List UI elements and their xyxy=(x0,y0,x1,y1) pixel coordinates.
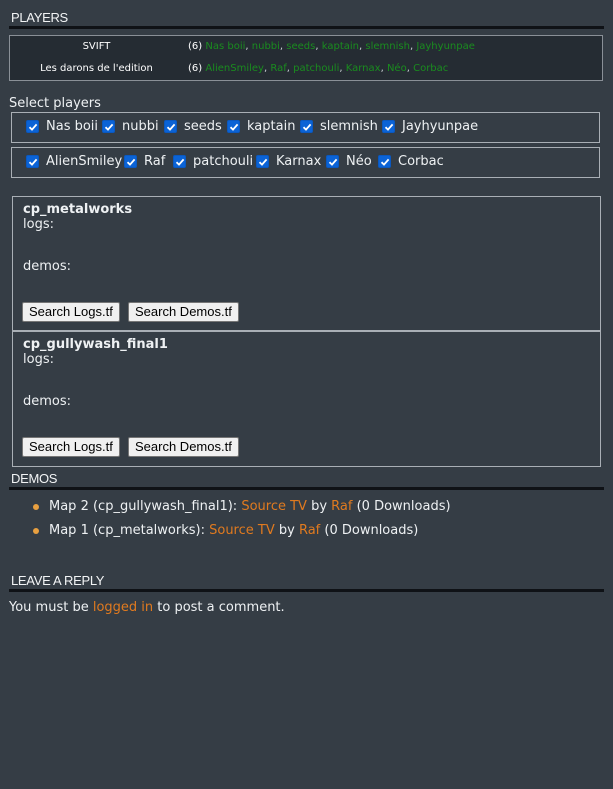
reply-divider xyxy=(9,589,604,592)
checkbox-checked-icon[interactable] xyxy=(164,120,177,133)
source-tv-link[interactable]: Source TV xyxy=(209,523,275,538)
player-checkbox[interactable]: nubbi xyxy=(102,119,159,134)
player-link[interactable]: Jayhyunpae xyxy=(416,41,475,52)
checkbox-checked-icon[interactable] xyxy=(227,120,240,133)
roster-player-list: (6) AlienSmiley, Raf, patchouli, Karnax,… xyxy=(188,63,449,74)
checkbox-checked-icon[interactable] xyxy=(382,120,395,133)
player-link[interactable]: Néo xyxy=(387,63,407,74)
player-link[interactable]: Raf xyxy=(270,63,286,74)
source-tv-link[interactable]: Source TV xyxy=(241,499,307,514)
player-link[interactable]: kaptain xyxy=(322,41,359,52)
player-link[interactable]: seeds xyxy=(286,41,315,52)
map-name: cp_metalworks xyxy=(23,202,133,217)
demos-label: demos: xyxy=(23,259,72,274)
player-link[interactable]: Corbac xyxy=(413,63,448,74)
demo-author-link[interactable]: Raf xyxy=(299,523,320,538)
player-checkbox-group: Nas boii nubbi seeds kaptain slemnish Ja… xyxy=(11,112,600,143)
logs-label: logs: xyxy=(23,217,54,232)
checkbox-label: Jayhyunpae xyxy=(402,119,479,134)
checkbox-checked-icon[interactable] xyxy=(300,120,313,133)
demo-list-item: Map 1 (cp_metalworks): Source TV by Raf … xyxy=(33,523,418,538)
search-logs-button[interactable]: Search Logs.tf xyxy=(22,437,120,457)
checkbox-label: slemnish xyxy=(320,119,378,134)
checkbox-label: Corbac xyxy=(398,154,444,169)
player-checkbox-group: AlienSmiley Raf patchouli Karnax Néo Cor… xyxy=(11,147,600,178)
demo-map-label: Map 1 (cp_metalworks): xyxy=(49,523,210,538)
checkbox-checked-icon[interactable] xyxy=(26,120,39,133)
roster-player-list: (6) Nas boii, nubbi, seeds, kaptain, sle… xyxy=(188,41,475,52)
player-checkbox[interactable]: AlienSmiley xyxy=(26,154,122,169)
checkbox-checked-icon[interactable] xyxy=(256,155,269,168)
checkbox-label: Néo xyxy=(346,154,372,169)
logs-label: logs: xyxy=(23,352,54,367)
checkbox-checked-icon[interactable] xyxy=(124,155,137,168)
checkbox-checked-icon[interactable] xyxy=(173,155,186,168)
checkbox-label: patchouli xyxy=(193,154,254,169)
player-checkbox[interactable]: patchouli xyxy=(173,154,253,169)
search-logs-button[interactable]: Search Logs.tf xyxy=(22,302,120,322)
player-checkbox[interactable]: Jayhyunpae xyxy=(382,119,478,134)
checkbox-label: Nas boii xyxy=(46,119,99,134)
player-checkbox[interactable]: Corbac xyxy=(378,154,444,169)
players-divider xyxy=(9,26,604,29)
team-name: SVIFT xyxy=(82,41,111,52)
select-players-label: Select players xyxy=(9,96,101,111)
login-notice: You must be logged in to post a comment. xyxy=(9,600,285,615)
checkbox-label: nubbi xyxy=(122,119,159,134)
demo-list-item: Map 2 (cp_gullywash_final1): Source TV b… xyxy=(33,499,451,514)
checkbox-label: AlienSmiley xyxy=(46,154,123,169)
player-checkbox[interactable]: slemnish xyxy=(300,119,378,134)
demo-downloads: (0 Downloads) xyxy=(352,499,451,514)
checkbox-checked-icon[interactable] xyxy=(326,155,339,168)
player-link[interactable]: slemnish xyxy=(365,41,410,52)
demo-by-label: by xyxy=(306,499,332,514)
player-link[interactable]: AlienSmiley xyxy=(205,63,264,74)
bullet-icon xyxy=(33,527,39,534)
checkbox-label: kaptain xyxy=(247,119,296,134)
checkbox-checked-icon[interactable] xyxy=(26,155,39,168)
demos-heading: DEMOS xyxy=(11,471,58,486)
player-checkbox[interactable]: Karnax xyxy=(256,154,321,169)
demos-label: demos: xyxy=(23,394,72,409)
demo-downloads: (0 Downloads) xyxy=(320,523,419,538)
checkbox-label: Raf xyxy=(144,154,166,169)
demo-author-link[interactable]: Raf xyxy=(331,499,352,514)
players-heading: PLAYERS xyxy=(11,10,68,25)
checkbox-checked-icon[interactable] xyxy=(102,120,115,133)
team-name: Les darons de l'edition xyxy=(40,63,153,74)
bullet-icon xyxy=(33,503,39,510)
checkbox-label: seeds xyxy=(184,119,222,134)
map-name: cp_gullywash_final1 xyxy=(23,337,168,352)
player-checkbox[interactable]: kaptain xyxy=(227,119,295,134)
roster-row: SVIFT (6) Nas boii, nubbi, seeds, kaptai… xyxy=(10,37,602,57)
map-panel: cp_gullywash_final1 logs: demos: Search … xyxy=(12,331,601,467)
search-demos-button[interactable]: Search Demos.tf xyxy=(128,302,239,322)
roster-row: Les darons de l'edition (6) AlienSmiley,… xyxy=(10,59,602,79)
search-demos-button[interactable]: Search Demos.tf xyxy=(128,437,239,457)
login-notice-suffix: to post a comment. xyxy=(153,600,285,615)
player-checkbox[interactable]: Néo xyxy=(326,154,372,169)
player-count: (6) xyxy=(188,41,203,52)
player-count: (6) xyxy=(188,63,203,74)
rosters-table: SVIFT (6) Nas boii, nubbi, seeds, kaptai… xyxy=(9,35,603,81)
checkbox-label: Karnax xyxy=(276,154,322,169)
demos-divider xyxy=(9,487,604,490)
map-panel: cp_metalworks logs: demos: Search Logs.t… xyxy=(12,196,601,331)
player-link[interactable]: nubbi xyxy=(252,41,280,52)
player-link[interactable]: Nas boii xyxy=(205,41,245,52)
checkbox-checked-icon[interactable] xyxy=(378,155,391,168)
demo-by-label: by xyxy=(274,523,299,538)
login-notice-prefix: You must be xyxy=(9,600,93,615)
player-checkbox[interactable]: Nas boii xyxy=(26,119,98,134)
player-link[interactable]: patchouli xyxy=(293,63,339,74)
demo-map-label: Map 2 (cp_gullywash_final1): xyxy=(49,499,242,514)
reply-heading: LEAVE A REPLY xyxy=(11,573,105,588)
player-checkbox[interactable]: Raf xyxy=(124,154,165,169)
player-link[interactable]: Karnax xyxy=(346,63,381,74)
player-checkbox[interactable]: seeds xyxy=(164,119,222,134)
login-link[interactable]: logged in xyxy=(93,600,153,615)
